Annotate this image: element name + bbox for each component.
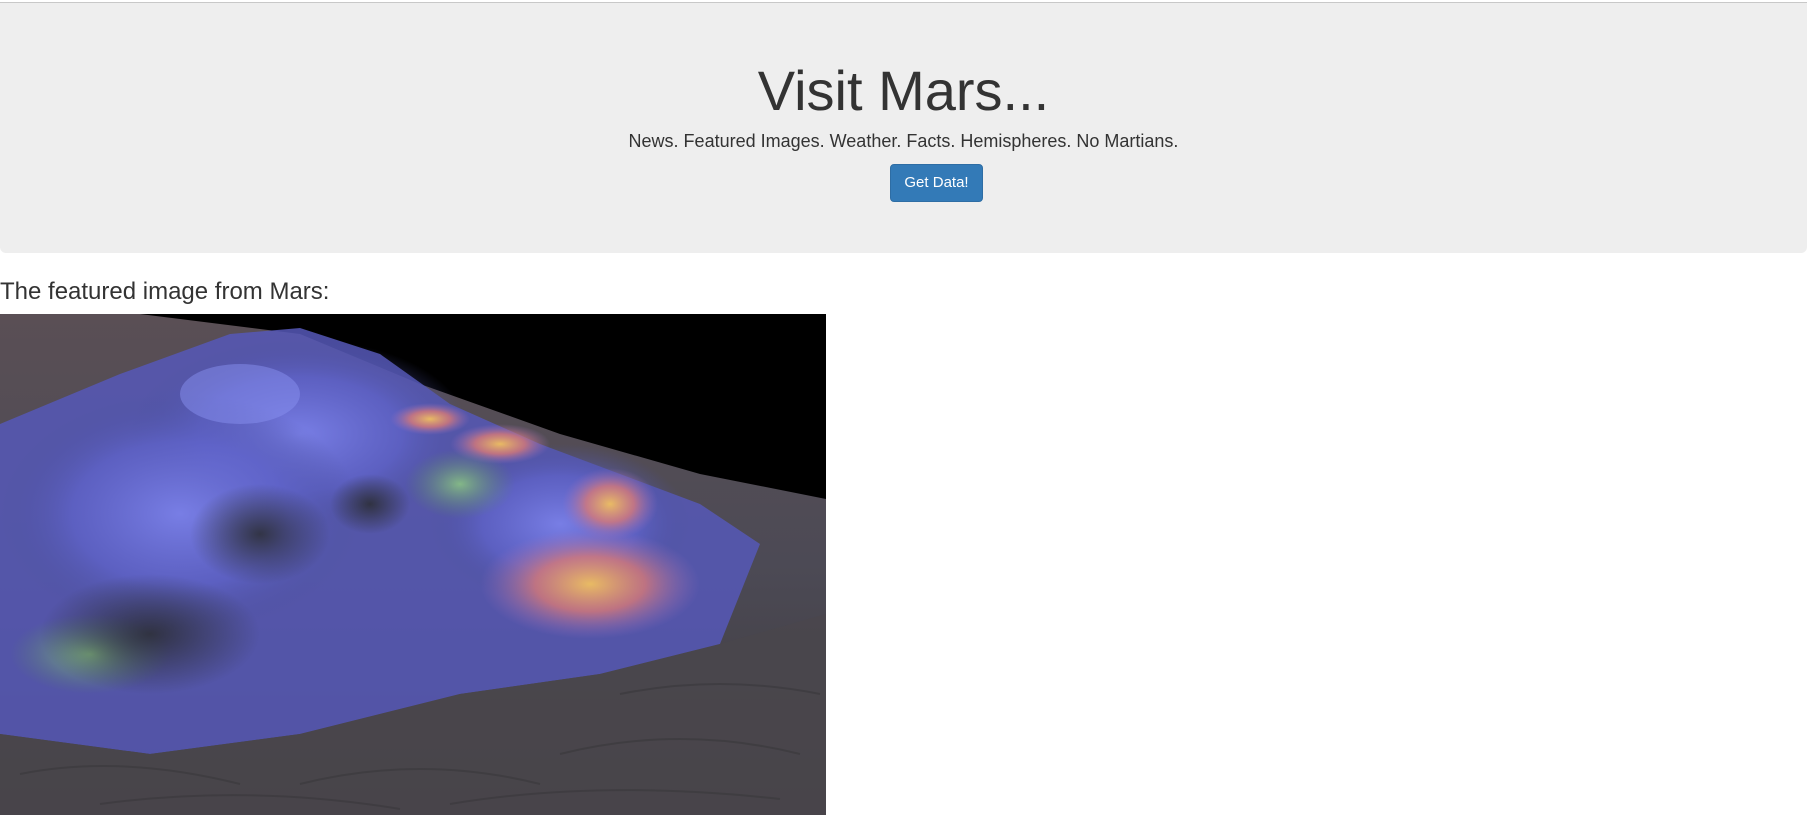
page-title: Visit Mars...	[757, 59, 1050, 122]
featured-image-heading: The featured image from Mars:	[0, 278, 330, 305]
page-tagline: News. Featured Images. Weather. Facts. H…	[628, 131, 1179, 151]
featured-mars-image	[0, 314, 826, 815]
jumbotron: Visit Mars... News. Featured Images. Wea…	[0, 3, 1807, 253]
get-data-button[interactable]: Get Data!	[890, 164, 983, 202]
